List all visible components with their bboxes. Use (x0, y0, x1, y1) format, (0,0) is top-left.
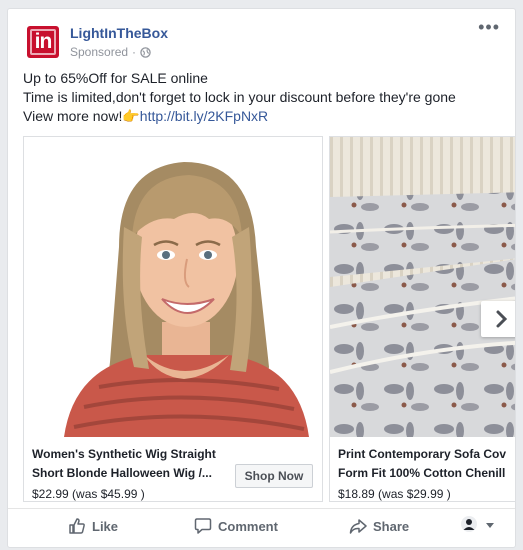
like-icon (69, 518, 85, 534)
post-text-line-2: Time is limited,don't forget to lock in … (23, 89, 456, 105)
wig-product-image[interactable] (24, 137, 322, 437)
next-arrow-icon (496, 310, 508, 328)
share-icon (349, 519, 367, 534)
view-more-text: View more now! (23, 108, 123, 124)
post-text-line-3: View more now!👉http://bit.ly/2KFpNxR (23, 107, 513, 126)
like-button[interactable]: Like (68, 517, 118, 535)
sponsored-text: Sponsored (70, 45, 129, 59)
product-carousel: Women's Synthetic Wig Straight Short Blo… (23, 136, 515, 502)
more-icon[interactable]: ••• (478, 18, 500, 36)
wig-product-info: Women's Synthetic Wig Straight Short Blo… (24, 437, 322, 502)
shop-now-button[interactable]: Shop Now (235, 464, 313, 488)
post-link[interactable]: http://bit.ly/2KFpNxR (140, 108, 268, 124)
product-title-line-1: Women's Synthetic Wig Straight (32, 447, 216, 461)
comment-button[interactable]: Comment (194, 517, 278, 535)
comment-icon (194, 518, 212, 534)
post-actions-bar: Like Comment Share (8, 508, 515, 547)
sponsored-label[interactable]: Sponsored · (70, 45, 151, 59)
audience-icon (461, 516, 477, 532)
audience-selector[interactable] (460, 515, 494, 535)
carousel-next-button[interactable] (481, 301, 515, 337)
page-name-link[interactable]: LightInTheBox (70, 25, 168, 41)
chevron-down-icon (486, 522, 494, 528)
post-header: in LightInTheBox Sponsored · ••• (20, 18, 500, 61)
share-label: Share (373, 518, 410, 534)
share-button[interactable]: Share (349, 517, 409, 535)
product-title-line-2: Form Fit 100% Cotton Chenill (338, 466, 506, 480)
comment-label: Comment (218, 518, 278, 534)
page-logo[interactable]: in (27, 26, 59, 58)
sofa-cover-product-image[interactable] (330, 137, 515, 437)
product-title-line-1: Print Contemporary Sofa Cov (338, 447, 507, 461)
carousel-item-wig[interactable]: Women's Synthetic Wig Straight Short Blo… (23, 136, 323, 502)
sponsored-post-card: in LightInTheBox Sponsored · ••• Up to 6… (7, 8, 516, 548)
pointing-hand-emoji: 👉 (122, 108, 140, 124)
like-label: Like (92, 518, 119, 534)
post-text: Up to 65%Off for SALE online Time is lim… (23, 69, 513, 126)
post-text-line-1: Up to 65%Off for SALE online (23, 70, 208, 86)
sofa-cover-product-info: Print Contemporary Sofa Cov Form Fit 100… (330, 437, 515, 502)
globe-icon (140, 46, 151, 58)
product-price: $18.89 (was $29.99 ) (338, 487, 451, 501)
